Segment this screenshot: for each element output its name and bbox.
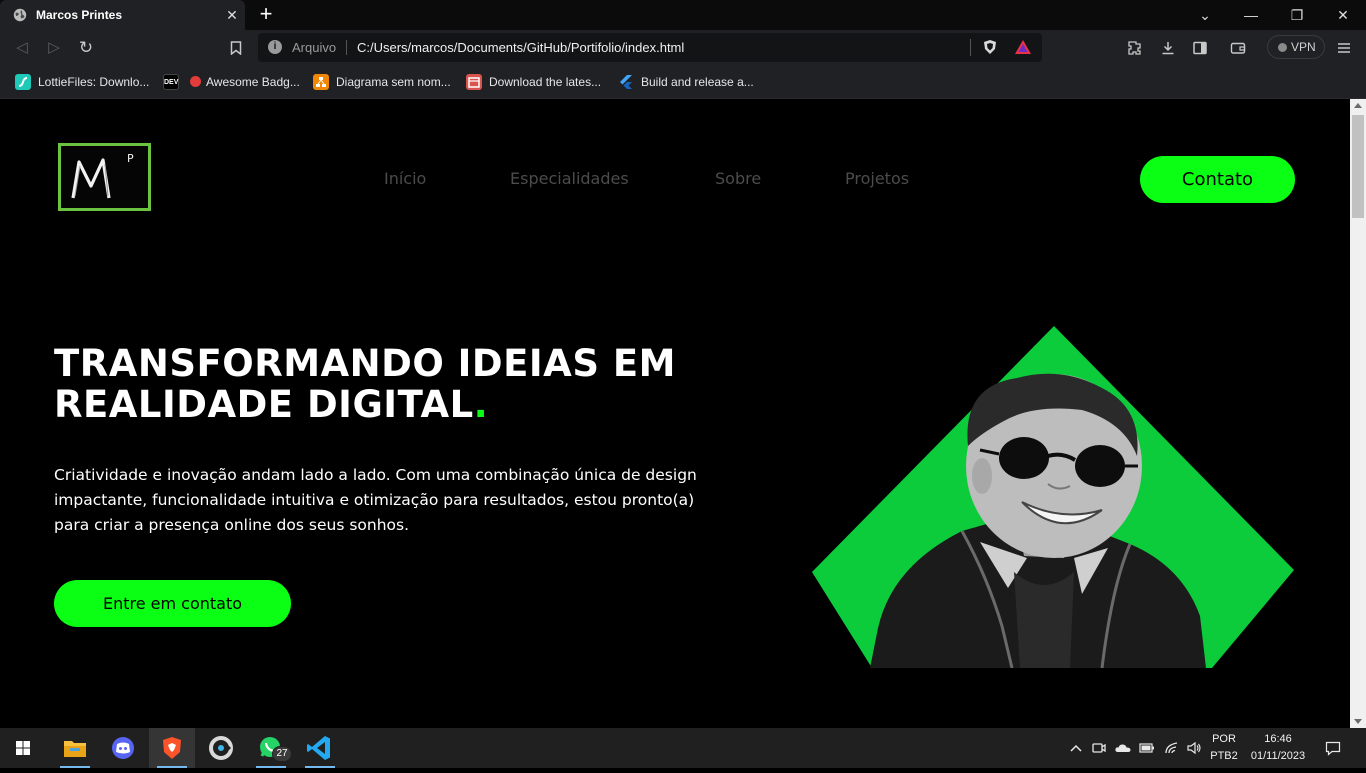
drawio-icon [313,74,329,90]
scheme-label: Arquivo [292,40,337,55]
contact-button[interactable]: Contato [1140,156,1295,203]
tab-title: Marcos Printes [36,8,123,22]
nav-especialidades[interactable]: Especialidades [510,169,629,188]
hero-title: TRANSFORMANDO IDEIAS EM REALIDADE DIGITA… [54,342,676,426]
battery-icon[interactable] [1139,740,1155,756]
browser-toolbar: ◁ ▷ ↻ i Arquivo C:/Users/marcos/Document… [0,30,1366,66]
nav-sobre[interactable]: Sobre [715,169,761,188]
start-button[interactable] [0,728,46,768]
download-icon [466,74,482,90]
flutter-icon [618,74,634,90]
vpn-label: VPN [1291,40,1316,54]
menu-icon[interactable] [1334,38,1354,58]
browser-window: Marcos Printes ✕ + ⌄ — ❐ ✕ ◁ ▷ ↻ i Arqui… [0,0,1366,728]
hero-description: Criatividade e inovação andam lado a lad… [54,466,697,534]
notification-badge: 27 [272,746,292,762]
notifications-icon[interactable] [1325,740,1341,756]
bookmarks-bar: LottieFiles: Downlo... DEV Awesome Badg.… [0,66,1366,99]
sidebar-icon[interactable] [1190,38,1210,58]
clock-date[interactable]: 01/11/2023 [1246,750,1310,762]
wallet-icon[interactable] [1228,38,1248,58]
scroll-down-icon[interactable] [1354,719,1362,724]
back-button[interactable]: ◁ [12,38,32,58]
brave-rewards-icon[interactable] [1014,39,1032,55]
bookmark-icon[interactable] [226,38,246,58]
forward-button[interactable]: ▷ [44,38,64,58]
clock-time[interactable]: 16:46 [1246,733,1310,745]
wifi-icon[interactable] [1164,740,1180,756]
file-explorer-icon[interactable] [52,728,98,768]
tab-search-dropdown-icon[interactable]: ⌄ [1182,0,1228,30]
nav-projetos[interactable]: Projetos [845,169,909,188]
tab-bar: Marcos Printes ✕ + ⌄ — ❐ ✕ [0,0,1366,30]
contact-cta-button[interactable]: Entre em contato [54,580,291,627]
extensions-icon[interactable] [1125,38,1145,58]
keyboard-layout[interactable]: PTB2 [1206,750,1242,762]
close-window-button[interactable]: ✕ [1320,0,1366,30]
discord-icon[interactable] [100,728,146,768]
scroll-up-icon[interactable] [1354,103,1362,108]
lottiefiles-icon [15,74,31,90]
info-icon[interactable]: i [268,40,282,54]
input-language[interactable]: POR [1206,733,1242,745]
whatsapp-icon[interactable]: 27 [248,728,294,768]
page-scrollbar[interactable] [1350,99,1366,728]
close-tab-icon[interactable]: ✕ [222,5,242,25]
tab-marcos-printes[interactable]: Marcos Printes ✕ [0,0,245,30]
vpn-status-icon [1278,43,1287,52]
new-tab-button[interactable]: + [255,3,277,27]
divider [970,39,971,56]
minimize-window-button[interactable]: — [1228,0,1274,30]
brave-shields-icon[interactable] [982,39,998,55]
volume-icon[interactable] [1186,740,1202,756]
badge-icon [190,76,201,87]
restore-window-button[interactable]: ❐ [1274,0,1320,30]
onedrive-icon[interactable] [1114,740,1131,756]
logo-superscript: P [127,152,134,165]
chevron-up-icon[interactable] [1068,740,1084,756]
windows-taskbar: 27 POR PTB2 16:46 01/11/2023 [0,728,1366,768]
dev-icon: DEV [163,74,179,90]
scrollbar-thumb[interactable] [1352,115,1364,218]
divider [346,40,347,55]
address-bar[interactable]: i Arquivo C:/Users/marcos/Documents/GitH… [258,33,1042,62]
reload-button[interactable]: ↻ [76,38,96,58]
ccleaner-icon[interactable] [198,728,244,768]
globe-icon [13,8,27,22]
vscode-icon[interactable] [297,728,343,768]
page-viewport: P Início Especialidades Sobre Projetos C… [0,99,1350,728]
brave-icon[interactable] [149,728,195,768]
hero-title-dot: . [473,383,489,426]
downloads-icon[interactable] [1158,38,1178,58]
vpn-button[interactable]: VPN [1267,35,1325,59]
url-text[interactable]: C:/Users/marcos/Documents/GitHub/Portifo… [357,40,684,55]
nav-inicio[interactable]: Início [384,169,426,188]
meet-now-icon[interactable] [1091,740,1107,756]
site-logo[interactable]: P [58,143,151,211]
profile-portrait [812,326,1294,668]
